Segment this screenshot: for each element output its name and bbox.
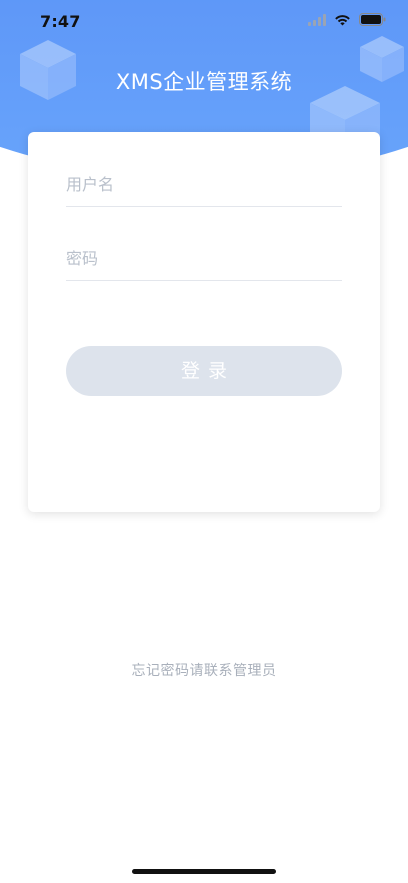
wifi-icon <box>335 14 350 25</box>
forgot-password-note: 忘记密码请联系管理员 <box>131 663 277 679</box>
status-bar: 7:47 <box>0 0 408 44</box>
app-title: XMS企业管理系统 <box>115 70 293 94</box>
password-field <box>66 240 342 281</box>
username-field <box>66 166 342 207</box>
battery-icon <box>359 13 386 26</box>
home-indicator <box>132 869 276 874</box>
status-icons <box>308 13 386 26</box>
login-screen: 7:47 XMS企业管理系统 用户名 登录 忘记密码请联系管理员 <box>0 0 408 883</box>
login-card: 登录 <box>28 132 380 512</box>
login-button[interactable]: 登录 <box>66 346 342 396</box>
status-time: 7:47 <box>40 12 81 31</box>
signal-icon <box>308 13 326 26</box>
username-input[interactable] <box>66 166 342 202</box>
password-input[interactable] <box>66 240 342 276</box>
